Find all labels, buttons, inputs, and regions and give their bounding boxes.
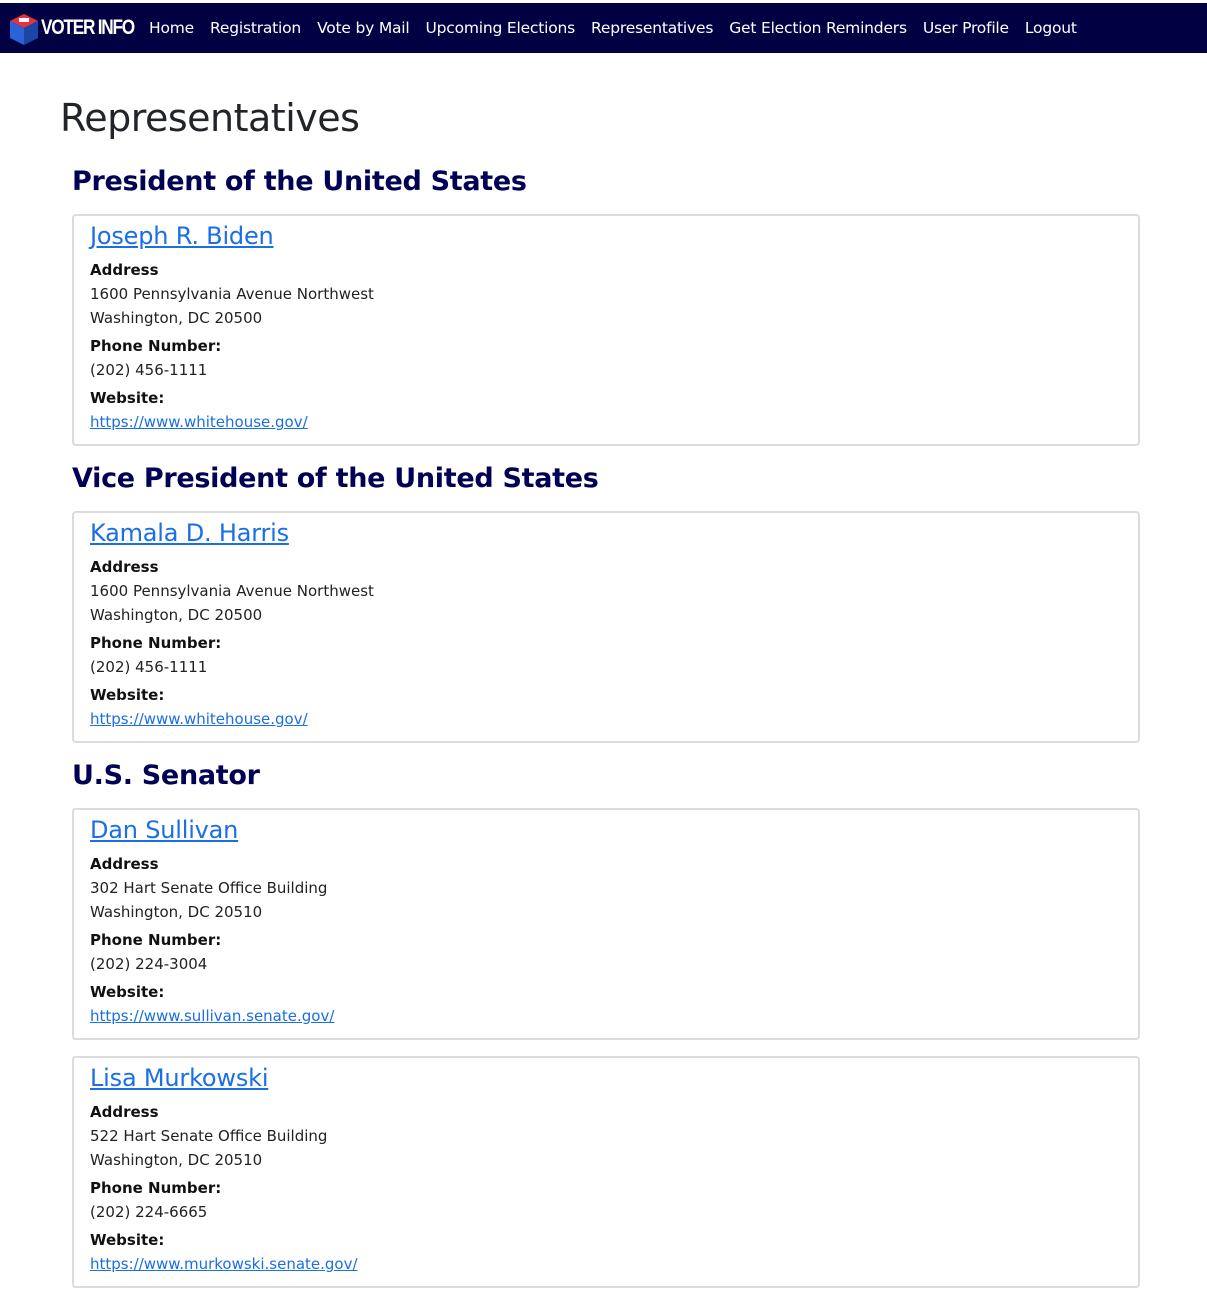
address-line2: Washington, DC 20510 — [90, 903, 263, 921]
website-link[interactable]: https://www.whitehouse.gov/ — [90, 710, 308, 728]
phone-label: Phone Number: — [90, 1179, 222, 1197]
rep-name-link[interactable]: Dan Sullivan — [90, 816, 238, 844]
top-navbar: VOTER INFO Home Registration Vote by Mai… — [0, 3, 1207, 53]
nav-representatives[interactable]: Representatives — [591, 19, 713, 37]
address-line1: 1600 Pennsylvania Avenue Northwest — [90, 582, 374, 600]
website-label: Website: — [90, 686, 165, 704]
website-link[interactable]: https://www.whitehouse.gov/ — [90, 413, 308, 431]
address-label: Address — [90, 1103, 159, 1121]
address-line1: 522 Hart Senate Office Building — [90, 1127, 328, 1145]
brand-logo[interactable]: VOTER INFO — [8, 3, 135, 53]
website-link[interactable]: https://www.sullivan.senate.gov/ — [90, 1007, 334, 1025]
nav-election-reminders[interactable]: Get Election Reminders — [729, 19, 907, 37]
section-title-senator: U.S. Senator — [72, 760, 260, 791]
website-label: Website: — [90, 389, 165, 407]
address-line2: Washington, DC 20510 — [90, 1151, 263, 1169]
address-label: Address — [90, 261, 159, 279]
website-label: Website: — [90, 1231, 165, 1249]
phone-value: (202) 224-3004 — [90, 955, 208, 973]
nav-links: Home Registration Vote by Mail Upcoming … — [149, 19, 1093, 37]
page-title: Representatives — [60, 96, 360, 140]
address-line1: 302 Hart Senate Office Building — [90, 879, 328, 897]
phone-value: (202) 456-1111 — [90, 361, 208, 379]
rep-card-biden: Joseph R. Biden Address 1600 Pennsylvani… — [72, 214, 1140, 446]
nav-user-profile[interactable]: User Profile — [923, 19, 1009, 37]
phone-label: Phone Number: — [90, 634, 222, 652]
website-label: Website: — [90, 983, 165, 1001]
address-label: Address — [90, 855, 159, 873]
address-label: Address — [90, 558, 159, 576]
website-link[interactable]: https://www.murkowski.senate.gov/ — [90, 1255, 358, 1273]
ballot-box-icon — [10, 14, 38, 45]
address-line2: Washington, DC 20500 — [90, 606, 263, 624]
rep-name-link[interactable]: Kamala D. Harris — [90, 519, 289, 547]
address-line1: 1600 Pennsylvania Avenue Northwest — [90, 285, 374, 303]
phone-label: Phone Number: — [90, 931, 222, 949]
brand-text: VOTER INFO — [41, 16, 135, 39]
section-title-vice-president: Vice President of the United States — [72, 463, 599, 494]
phone-value: (202) 456-1111 — [90, 658, 208, 676]
rep-card-harris: Kamala D. Harris Address 1600 Pennsylvan… — [72, 511, 1140, 743]
nav-vote-by-mail[interactable]: Vote by Mail — [317, 19, 410, 37]
rep-name-link[interactable]: Lisa Murkowski — [90, 1064, 268, 1092]
phone-value: (202) 224-6665 — [90, 1203, 208, 1221]
phone-label: Phone Number: — [90, 337, 222, 355]
nav-registration[interactable]: Registration — [210, 19, 301, 37]
address-line2: Washington, DC 20500 — [90, 309, 263, 327]
nav-upcoming-elections[interactable]: Upcoming Elections — [426, 19, 576, 37]
section-title-president: President of the United States — [72, 166, 527, 197]
rep-name-link[interactable]: Joseph R. Biden — [90, 222, 274, 250]
rep-card-murkowski: Lisa Murkowski Address 522 Hart Senate O… — [72, 1056, 1140, 1288]
nav-logout[interactable]: Logout — [1025, 19, 1077, 37]
nav-home[interactable]: Home — [149, 19, 194, 37]
rep-card-sullivan: Dan Sullivan Address 302 Hart Senate Off… — [72, 808, 1140, 1040]
